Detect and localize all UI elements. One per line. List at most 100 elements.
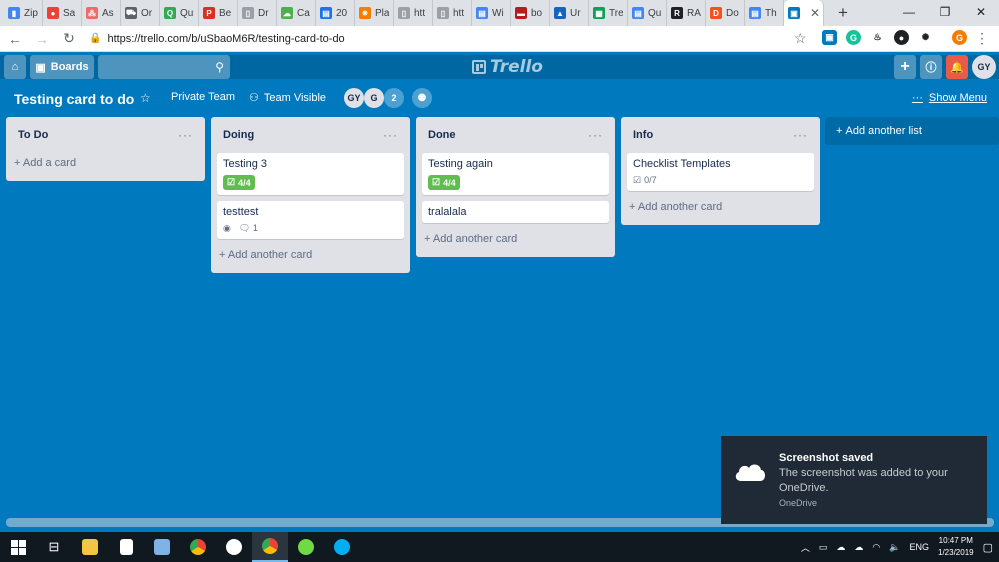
- task-view-button[interactable]: ⊟: [36, 532, 72, 562]
- card[interactable]: testtest ◉ 🗨 1: [217, 201, 404, 239]
- skype-button[interactable]: [324, 532, 360, 562]
- file-explorer-button[interactable]: [72, 532, 108, 562]
- show-hidden-icons-icon[interactable]: ︿: [801, 541, 810, 554]
- boards-button[interactable]: ▣ Boards: [30, 55, 94, 79]
- profile-avatar[interactable]: G: [952, 30, 967, 45]
- user-avatar[interactable]: GY: [972, 55, 996, 79]
- list-menu-icon[interactable]: ···: [383, 128, 398, 142]
- list-menu-icon[interactable]: ···: [793, 128, 808, 142]
- browser-tab[interactable]: ⛟ Or: [121, 0, 160, 26]
- notification-center-icon[interactable]: ▢: [983, 541, 993, 554]
- browser-tab[interactable]: R RA: [667, 0, 706, 26]
- language-indicator[interactable]: ENG: [909, 542, 929, 552]
- card[interactable]: Testing again ☑ 4/4: [422, 153, 609, 195]
- list-header[interactable]: Info ···: [627, 123, 814, 147]
- list-title[interactable]: Info: [633, 129, 653, 141]
- browser-menu-icon[interactable]: ⋮: [975, 30, 989, 47]
- list-menu-icon[interactable]: ···: [178, 128, 193, 142]
- add-card-button[interactable]: + Add another card: [422, 229, 609, 249]
- browser-tab[interactable]: ▤ Qu: [628, 0, 667, 26]
- start-button[interactable]: [0, 532, 36, 562]
- board-title[interactable]: Testing card to do: [14, 91, 134, 107]
- home-button[interactable]: ⌂: [4, 55, 26, 79]
- browser-tab[interactable]: ▤ 20: [316, 0, 355, 26]
- search-input[interactable]: [98, 55, 208, 79]
- browser-tab[interactable]: ▦ Tre: [589, 0, 628, 26]
- team-visibility-button[interactable]: Private Team: [171, 91, 235, 103]
- forward-arrow-icon[interactable]: →: [30, 31, 54, 47]
- trello-extension-icon[interactable]: ▣: [822, 30, 837, 45]
- onedrive-cloud-icon[interactable]: ☁: [836, 542, 845, 553]
- search-box[interactable]: ⚲: [98, 55, 230, 79]
- star-board-icon[interactable]: ☆: [140, 91, 151, 105]
- notepad-button[interactable]: [144, 532, 180, 562]
- bookmark-star-icon[interactable]: ☆: [794, 30, 807, 47]
- back-arrow-icon[interactable]: ←: [3, 31, 27, 47]
- close-tab-icon[interactable]: ✕: [810, 6, 820, 20]
- cloud-sync-icon[interactable]: ☁: [854, 542, 863, 553]
- new-tab-button[interactable]: +: [830, 3, 856, 23]
- app-button[interactable]: [216, 532, 252, 562]
- list-menu-icon[interactable]: ···: [588, 128, 603, 142]
- task-view-icon: ⊟: [48, 539, 60, 554]
- add-card-button[interactable]: + Add another card: [217, 245, 404, 265]
- invite-member-icon[interactable]: ⚉: [412, 88, 432, 108]
- battery-icon[interactable]: ▭: [819, 542, 828, 553]
- list-title[interactable]: Done: [428, 129, 456, 141]
- browser-tab[interactable]: D Do: [706, 0, 745, 26]
- volume-icon[interactable]: 🔈: [889, 542, 900, 553]
- browser-tab[interactable]: ☁ Ca: [277, 0, 316, 26]
- chrome-button[interactable]: [180, 532, 216, 562]
- browser-tab[interactable]: P Be: [199, 0, 238, 26]
- add-card-button[interactable]: + Add a card: [12, 153, 199, 173]
- clock[interactable]: 10:47 PM 1/23/2019: [938, 535, 974, 559]
- list-header[interactable]: Done ···: [422, 123, 609, 147]
- close-window-button[interactable]: ✕: [963, 0, 999, 26]
- card[interactable]: Checklist Templates ☑ 0/7: [627, 153, 814, 191]
- info-button[interactable]: ⓘ: [920, 55, 942, 79]
- notifications-button[interactable]: 🔔: [946, 55, 968, 79]
- add-card-button[interactable]: + Add another card: [627, 197, 814, 217]
- show-menu-button[interactable]: ··· Show Menu: [912, 92, 987, 104]
- member-avatar[interactable]: G: [364, 88, 384, 108]
- search-icon[interactable]: ⚲: [215, 60, 224, 74]
- browser-tab[interactable]: ▤ Th: [745, 0, 784, 26]
- url-field[interactable]: 🔒 https://trello.com/b/uSbaoM6R/testing-…: [89, 33, 779, 45]
- browser-tab[interactable]: ▯ htt: [394, 0, 433, 26]
- list-header[interactable]: To Do ···: [12, 123, 199, 147]
- browser-tab[interactable]: ▬ bo: [511, 0, 550, 26]
- browser-tab[interactable]: ⁂ As: [82, 0, 121, 26]
- upwork-button[interactable]: [288, 532, 324, 562]
- browser-tab[interactable]: ▲ Ur: [550, 0, 589, 26]
- create-button[interactable]: +: [894, 55, 916, 79]
- restore-button[interactable]: ❐: [927, 0, 963, 26]
- minimize-button[interactable]: —: [891, 0, 927, 26]
- reload-icon[interactable]: ↻: [57, 30, 81, 47]
- grammarly-extension-icon[interactable]: G: [846, 30, 861, 45]
- board-visibility-button[interactable]: ⚇ Team Visible: [249, 91, 326, 105]
- card[interactable]: Testing 3 ☑ 4/4: [217, 153, 404, 195]
- list-title[interactable]: Doing: [223, 129, 254, 141]
- list-title[interactable]: To Do: [18, 129, 48, 141]
- add-list-button[interactable]: + Add another list: [825, 117, 999, 145]
- browser-tab[interactable]: ▯ htt: [433, 0, 472, 26]
- calculator-button[interactable]: [108, 532, 144, 562]
- member-count-badge[interactable]: 2: [384, 88, 404, 108]
- card[interactable]: tralalala: [422, 201, 609, 223]
- browser-tab[interactable]: Q Qu: [160, 0, 199, 26]
- browser-tab[interactable]: ▤ Wi: [472, 0, 511, 26]
- browser-tab[interactable]: ✷ Pla: [355, 0, 394, 26]
- member-avatar[interactable]: GY: [344, 88, 364, 108]
- browser-tab[interactable]: ● Sa: [43, 0, 82, 26]
- shape-extension-icon[interactable]: ●: [894, 30, 909, 45]
- wifi-icon[interactable]: ◠: [872, 542, 880, 553]
- extension-icon[interactable]: ✺: [918, 30, 933, 45]
- chrome-profile-button[interactable]: [252, 532, 288, 562]
- browser-tab[interactable]: ▣Tr✕: [784, 0, 824, 26]
- browser-tab[interactable]: ▮ Zip: [4, 0, 43, 26]
- flame-extension-icon[interactable]: ♨: [870, 30, 885, 45]
- onedrive-notification[interactable]: Screenshot saved The screenshot was adde…: [721, 436, 987, 524]
- trello-logo[interactable]: Trello: [472, 57, 543, 77]
- list-header[interactable]: Doing ···: [217, 123, 404, 147]
- browser-tab[interactable]: ▯ Dr: [238, 0, 277, 26]
